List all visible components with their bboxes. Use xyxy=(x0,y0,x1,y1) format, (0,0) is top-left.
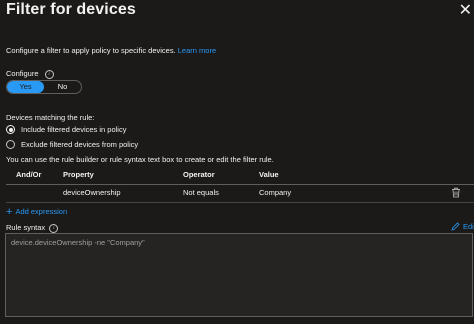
row-property[interactable]: deviceOwnership xyxy=(63,188,121,197)
rule-builder-hint: You can use the rule builder or rule syn… xyxy=(6,155,274,164)
info-icon[interactable]: i xyxy=(44,69,54,79)
configure-no-option[interactable]: No xyxy=(44,81,81,93)
column-header-value: Value xyxy=(259,170,279,179)
close-icon[interactable]: ✕ xyxy=(459,0,472,20)
intro-text: Configure a filter to apply policy to sp… xyxy=(6,46,216,55)
exclude-filtered-label: Exclude filtered devices from policy xyxy=(21,140,139,149)
include-filtered-label: Include filtered devices in policy xyxy=(21,125,127,134)
rule-syntax-label: Rule syntax xyxy=(6,223,46,232)
column-header-property: Property xyxy=(63,170,94,179)
radio-checked-icon[interactable] xyxy=(6,125,15,134)
trash-icon[interactable] xyxy=(451,187,461,198)
configure-label-row: Configure i xyxy=(6,69,54,79)
exclude-filtered-radio[interactable]: Exclude filtered devices from policy xyxy=(6,140,138,149)
edit-syntax-label: Edit xyxy=(463,222,474,231)
column-header-operator: Operator xyxy=(183,170,215,179)
row-operator[interactable]: Not equals xyxy=(183,188,219,197)
devices-matching-label: Devices matching the rule: xyxy=(6,113,95,122)
rule-syntax-value: device.deviceOwnership -ne "Company" xyxy=(11,238,145,247)
configure-yes-option[interactable]: Yes xyxy=(7,81,44,93)
radio-unchecked-icon[interactable] xyxy=(6,140,15,149)
add-expression-button[interactable]: + Add expression xyxy=(6,205,68,218)
row-value[interactable]: Company xyxy=(259,188,291,197)
panel-title: Filter for devices xyxy=(6,1,136,18)
rule-syntax-label-row: Rule syntax i xyxy=(6,223,59,233)
include-filtered-radio[interactable]: Include filtered devices in policy xyxy=(6,125,126,134)
configure-label: Configure xyxy=(6,69,39,78)
column-header-and-or: And/Or xyxy=(16,170,42,179)
pencil-icon xyxy=(451,222,460,231)
edit-syntax-button[interactable]: Edit xyxy=(451,222,474,231)
info-icon[interactable]: i xyxy=(49,223,59,233)
plus-icon: + xyxy=(6,205,13,218)
table-row-divider xyxy=(6,202,474,203)
learn-more-link[interactable]: Learn more xyxy=(178,46,216,55)
intro-description: Configure a filter to apply policy to sp… xyxy=(6,46,176,55)
configure-toggle[interactable]: Yes No xyxy=(6,80,82,94)
add-expression-label: Add expression xyxy=(15,207,68,216)
rule-syntax-textbox[interactable]: device.deviceOwnership -ne "Company" xyxy=(5,233,473,317)
table-header-divider xyxy=(6,184,474,185)
